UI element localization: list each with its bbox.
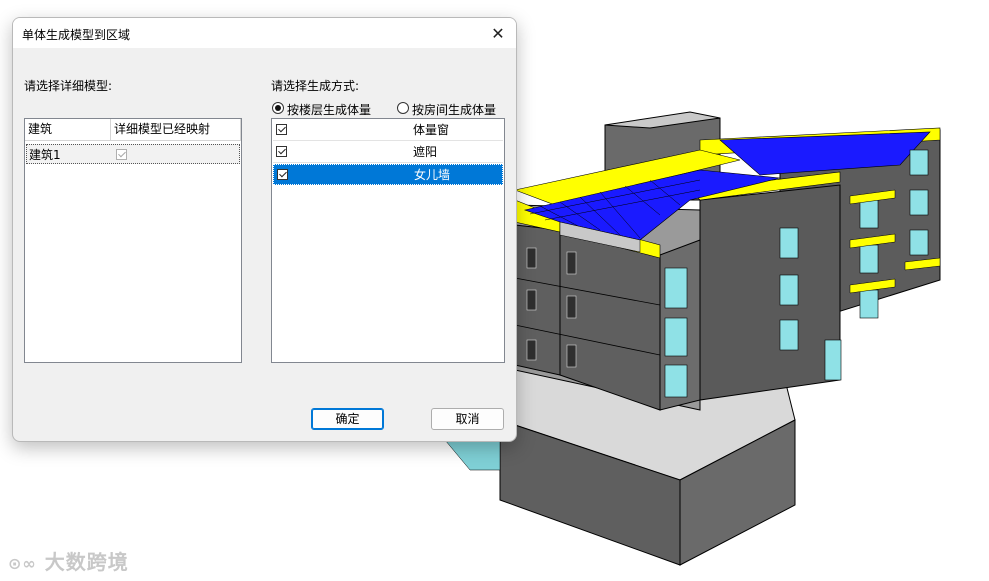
dialog-titlebar[interactable]: 单体生成模型到区域 ✕ xyxy=(13,18,516,48)
watermark-text: 大数跨境 xyxy=(44,550,129,574)
parapet-checkbox[interactable] xyxy=(277,169,288,180)
watermark: ⊙∞ 大数跨境 xyxy=(8,546,129,575)
generate-method-label: 请选择生成方式: xyxy=(271,79,360,93)
shading-label: 遮阳 xyxy=(413,145,438,159)
cancel-button[interactable]: 取消 xyxy=(431,408,504,430)
building-name: 建筑1 xyxy=(29,148,61,162)
mapped-checkbox xyxy=(116,149,127,160)
radio-by-room[interactable] xyxy=(397,102,409,114)
list-item-parapet[interactable]: 女儿墙 xyxy=(273,164,503,185)
detail-model-label: 请选择详细模型: xyxy=(24,79,113,93)
building-list[interactable]: 建筑 详细模型已经映射 建筑1 xyxy=(24,118,242,363)
radio-by-floor-label[interactable]: 按楼层生成体量 xyxy=(287,101,371,118)
parapet-label: 女儿墙 xyxy=(414,168,451,182)
radio-by-floor[interactable] xyxy=(272,102,284,114)
column-header-building[interactable]: 建筑 xyxy=(25,119,111,140)
volume-window-label: 体量窗 xyxy=(413,123,450,137)
radio-by-room-label[interactable]: 按房间生成体量 xyxy=(412,101,496,118)
table-row[interactable]: 建筑1 xyxy=(26,144,240,164)
method-list[interactable]: 体量窗 遮阳 女儿墙 xyxy=(271,118,505,363)
list-item-volume-window[interactable]: 体量窗 xyxy=(273,120,503,141)
building-list-header: 建筑 详细模型已经映射 xyxy=(25,119,241,141)
generate-model-dialog: 单体生成模型到区域 ✕ 请选择详细模型: 建筑 详细模型已经映射 建筑1 请选择… xyxy=(12,17,517,442)
dialog-title: 单体生成模型到区域 xyxy=(22,28,131,42)
list-item-shading[interactable]: 遮阳 xyxy=(273,142,503,163)
shading-checkbox[interactable] xyxy=(276,146,287,157)
column-header-mapped[interactable]: 详细模型已经映射 xyxy=(111,119,241,140)
close-icon: ✕ xyxy=(491,23,505,43)
logo-icon: ⊙∞ xyxy=(8,554,37,573)
volume-window-checkbox[interactable] xyxy=(276,124,287,135)
close-button[interactable]: ✕ xyxy=(484,21,512,45)
ok-button[interactable]: 确定 xyxy=(311,408,384,430)
